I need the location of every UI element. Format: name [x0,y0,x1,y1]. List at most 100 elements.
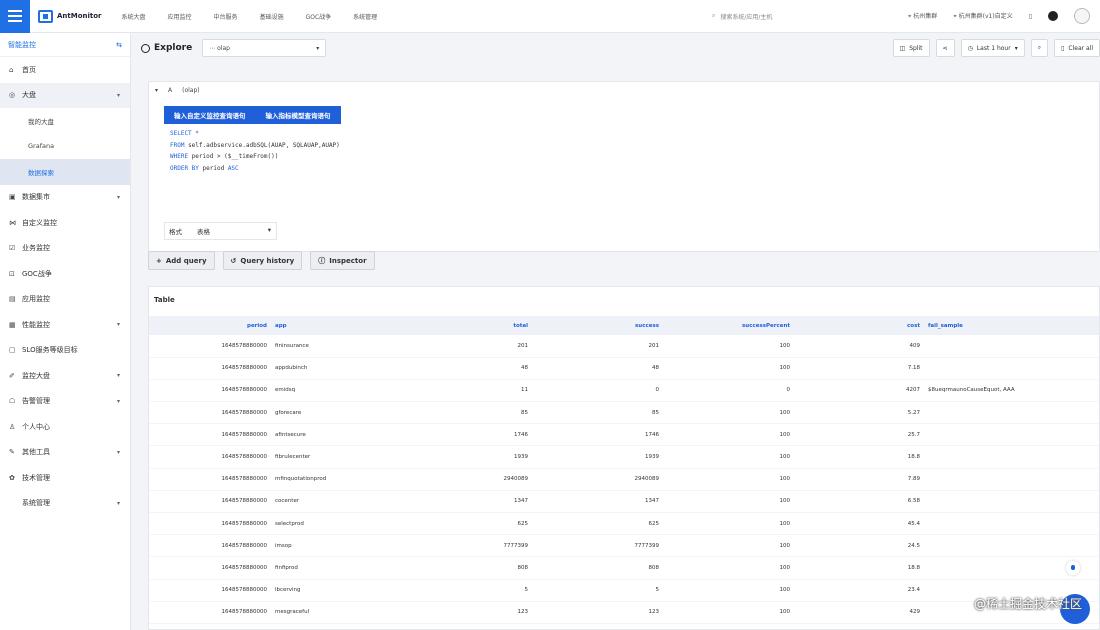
inspector-button[interactable]: ⓘ Inspector [310,251,375,270]
sidebar-item-dashboard[interactable]: ◎ 大盘 ▾ [0,82,130,108]
top-nav-item[interactable]: 应用监控 [168,12,192,21]
chevron-down-icon: ▾ [1014,44,1018,52]
perf-monitor-icon: ▦ [9,320,16,329]
table-title: Table [154,296,175,304]
app-monitor-icon: ▤ [9,295,16,304]
sidebar-item-label: GOC战争 [22,269,52,278]
sql-keyword: ORDER BY [170,164,199,172]
sql-editor[interactable]: SELECT * FROM self.adbservice.adbSQL(AUAP… [164,126,1100,220]
format-select[interactable]: 格式 表格 ▾ [164,222,277,240]
table-cell: 0 [663,379,794,403]
sidebar-subitem[interactable]: 我的大盘 [0,108,130,134]
collapse-icon[interactable]: ⇆ [116,41,122,49]
sidebar-item-tech-manage[interactable]: ✿ 技术管理 [0,465,130,491]
split-label: Split [909,44,923,52]
sidebar-item-alert-manage[interactable]: ☖ 告警管理 ▾ [0,389,130,415]
table-cell: 1648578880000 [149,579,271,602]
env-selector[interactable]: ⌖ 杭州集群 [908,11,937,21]
zoom-out-button[interactable]: ⌕ [1030,39,1049,57]
sidebar-subitem[interactable]: 数据探索 [0,159,130,185]
sidebar-item-custom-monitor[interactable]: ⋈ 自定义监控 [0,210,130,236]
table-cell: 1648578880000 [149,335,271,358]
sidebar-item-system-manage[interactable]: 系统管理 ▾ [0,491,130,517]
sidebar-item-monitor-board[interactable]: ✐ 监控大盘 ▾ [0,363,130,389]
column-header-period[interactable]: period [149,316,271,335]
data-market-icon: ▣ [9,193,16,202]
top-nav-item[interactable]: 中台服务 [214,12,238,21]
table-cell [924,468,1099,491]
doc-icon[interactable]: ▯ [1029,13,1032,20]
sidebar-item-data-market[interactable]: ▣ 数据集市 ▾ [0,185,130,211]
column-header-app[interactable]: app [271,316,401,335]
table-cell: 1648578880000 [149,401,271,425]
sidebar-item-label: 业务监控 [22,244,50,253]
logo[interactable]: AntMonitor [38,9,102,23]
top-nav-item[interactable]: GOC战争 [306,12,332,21]
datasource-select[interactable]: ⋯ olap ▾ [202,39,327,57]
sidebar-item-slo[interactable]: ▢ SLO服务等级目标 [0,338,130,364]
sidebar-item-goc[interactable]: ⊡ GOC战争 [0,261,130,287]
sidebar-title: 智能监控 ⇆ [0,33,130,57]
explore-toolbar: ◫ Split ⋖ ◷ Last 1 hour ▾ ⌕ ▯ Clear all [892,39,1100,57]
clear-all-button[interactable]: ▯ Clear all [1054,39,1100,57]
table-cell: 201 [532,335,663,358]
help-icon[interactable] [1048,11,1058,21]
table-cell: 625 [401,512,532,536]
column-header-success[interactable]: success [532,316,663,335]
top-nav-item[interactable]: 系统管理 [353,12,377,21]
chevron-down-icon: ▾ [116,499,120,507]
avatar[interactable] [1074,8,1090,24]
zoom-icon: ⌕ [1037,44,1042,51]
table-cell: mesgraceful [271,601,401,624]
format-value: 表格 ▾ [197,226,271,236]
column-header-fail_sample[interactable]: fail_sample [924,316,1099,335]
clock-icon: ◷ [967,44,973,52]
inspector-label: Inspector [329,256,367,265]
chevron-down-icon: ▾ [116,397,120,405]
query-history-button[interactable]: ↺ Query history [222,251,303,270]
table-row: 1648578880000 emidsq 11 0 0 4207 $8ueqrmaunoCa… [149,379,1099,403]
table-row: 1648578880000 gforecare 85 85 100 5.27 [149,401,1099,425]
trash-icon: ▯ [1061,44,1065,52]
table-cell: 100 [663,490,794,514]
top-nav-item[interactable]: 基础设施 [260,12,284,21]
chevron-down-icon: ▾ [116,448,120,456]
zone-selector[interactable]: ⌖ 杭州集群(v1)自定义 [953,11,1012,21]
top-nav-item[interactable]: 系统大盘 [122,12,146,21]
query-panel: ▾ A (olap) 输入自定义监控查询语句 输入指标模型查询语句 SELECT… [148,81,1100,252]
tab-metric-query[interactable]: 输入指标模型查询语句 [256,106,341,124]
column-header-successPercent[interactable]: successPercent [663,316,794,335]
search-box[interactable]: ⌕ 搜索系统/应用/主机 [712,8,892,24]
query-row-header[interactable]: ▾ A (olap) [149,82,1099,98]
sidebar-item-tools[interactable]: ✎ 其他工具 ▾ [0,440,130,466]
sidebar-subitem[interactable]: Grafana [0,134,130,160]
table-cell: 1648578880000 [149,556,271,580]
split-button[interactable]: ◫ Split [892,39,930,57]
sql-line: WHERE period > ($__timeFrom()) [170,151,1095,163]
sidebar-item-home[interactable]: ⌂ 首页 [0,57,130,83]
table-cell: emidsq [271,379,401,403]
chevron-down-icon[interactable]: ▾ [155,87,158,94]
column-header-total[interactable]: total [401,316,532,335]
sidebar-item-app-monitor[interactable]: ▤ 应用监控 [0,287,130,313]
tab-custom-query[interactable]: 输入自定义监控查询语句 [164,106,256,124]
sidebar-item-perf-monitor[interactable]: ▦ 性能监控 ▾ [0,312,130,338]
sidebar-item-label: 数据集市 [22,193,50,202]
table-cell: ibcerving [271,579,401,602]
share-button[interactable]: ⋖ [935,39,955,57]
hamburger-icon[interactable] [0,0,30,33]
sidebar-item-biz-monitor[interactable]: ☑ 业务监控 [0,236,130,262]
sidebar-item-profile[interactable]: ♙ 个人中心 [0,414,130,440]
custom-monitor-icon: ⋈ [9,218,16,227]
add-query-button[interactable]: + Add query [148,251,215,270]
search-icon: ⌕ [712,12,716,19]
table-cell: 24.5 [794,534,924,558]
sidebar-item-label: 告警管理 [22,397,50,406]
table-cell: imsop [271,534,401,558]
column-header-cost[interactable]: cost [794,316,924,335]
table-cell: 7.18 [794,357,924,380]
sql-keyword: WHERE [170,153,189,160]
time-picker[interactable]: ◷ Last 1 hour ▾ [960,39,1025,57]
location-pin-icon[interactable] [1066,561,1080,575]
table-cell: 100 [663,423,794,447]
